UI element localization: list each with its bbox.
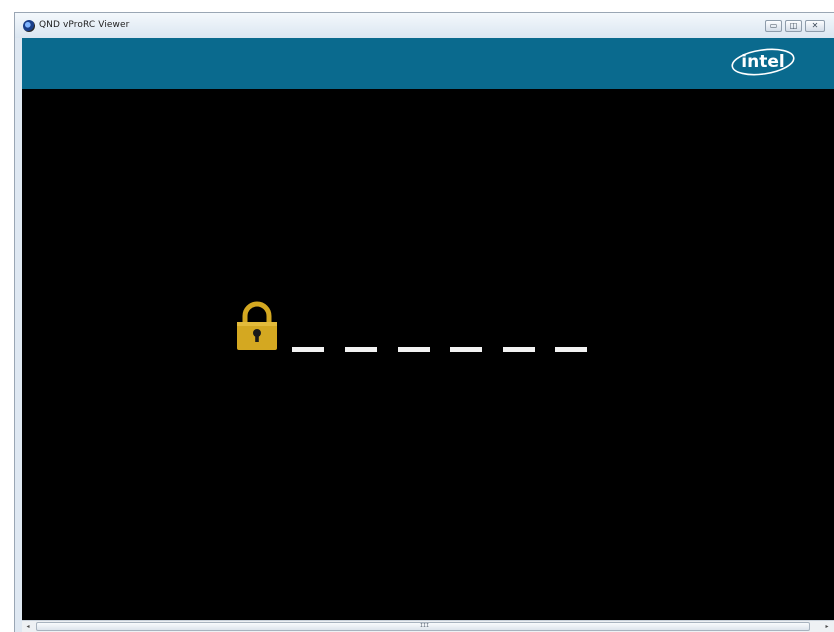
- window-title: QND vProRC Viewer: [39, 20, 130, 30]
- pin-slot: [398, 347, 430, 352]
- scroll-right-arrow-icon[interactable]: ▸: [821, 621, 833, 632]
- padlock-icon: [236, 301, 278, 351]
- scrollbar-grip-icon: III: [420, 623, 430, 629]
- remote-screen[interactable]: intel: [22, 38, 834, 631]
- minimize-button[interactable]: ▭: [765, 20, 782, 32]
- pin-entry-field[interactable]: [292, 347, 592, 353]
- horizontal-scrollbar[interactable]: ◂ III ▸: [22, 620, 834, 632]
- title-bar[interactable]: QND vProRC Viewer ▭ ◫ ✕: [15, 13, 834, 38]
- pin-slot: [450, 347, 482, 352]
- intel-header-bar: intel: [22, 38, 834, 89]
- pin-slot: [503, 347, 535, 352]
- intel-logo-text: intel: [741, 52, 784, 72]
- pin-slot: [292, 347, 324, 352]
- close-button[interactable]: ✕: [805, 20, 825, 32]
- pin-slot: [345, 347, 377, 352]
- app-icon: [23, 20, 35, 32]
- pin-slot: [555, 347, 587, 352]
- scrollbar-thumb[interactable]: III: [36, 622, 810, 631]
- viewer-window: QND vProRC Viewer ▭ ◫ ✕ intel ◂ III ▸: [14, 12, 834, 632]
- intel-logo: intel: [728, 47, 798, 77]
- scroll-left-arrow-icon[interactable]: ◂: [22, 621, 34, 632]
- maximize-button[interactable]: ◫: [785, 20, 802, 32]
